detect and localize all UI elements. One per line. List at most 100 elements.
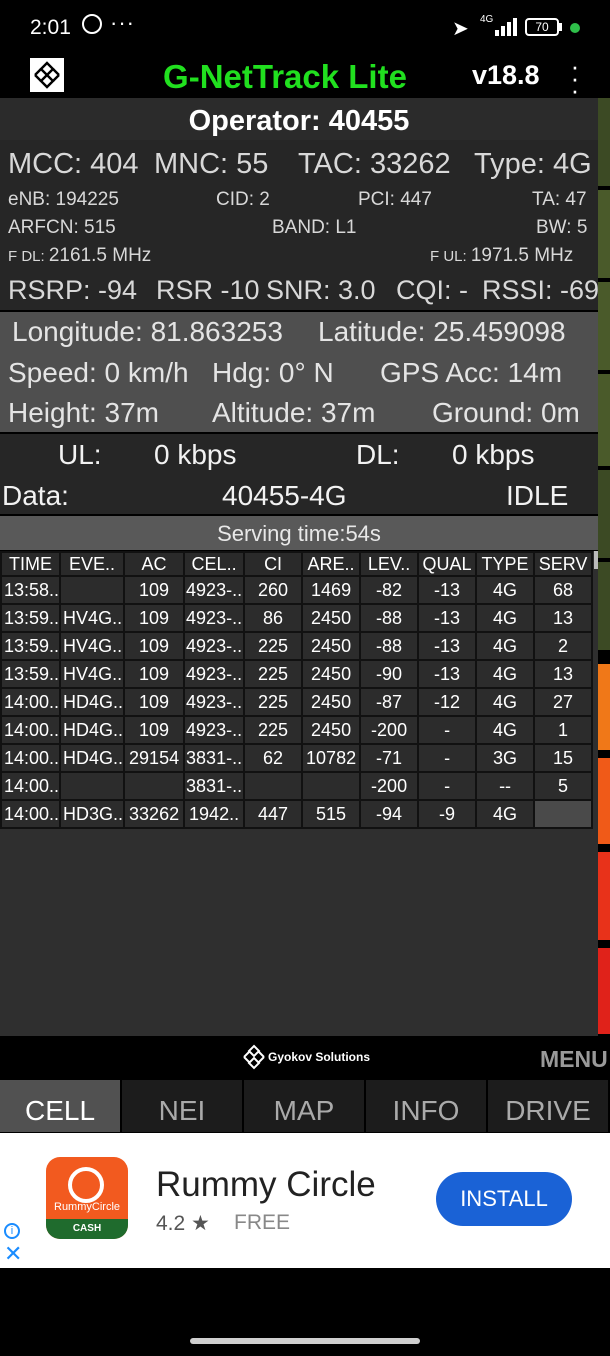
home-indicator[interactable] [190,1338,420,1344]
freq-dl-number: 2161.5 MHz [48,245,152,266]
cell-log-table[interactable]: TIME EVE.. AC CEL.. CI ARE.. LEV.. QUAL … [0,551,598,831]
table-cell [59,575,126,605]
downlink-rate: 0 kbps [452,439,535,470]
freq-dl-prefix: F DL: [8,248,49,265]
col-header-ci[interactable]: CI [243,551,304,577]
table-cell [533,799,594,829]
table-cell: HD4G.. [59,743,126,773]
indicator-strip-segment [598,374,610,466]
table-cell: 3G [475,743,536,773]
table-cell: -82 [359,575,420,605]
rummy-circle-app-icon[interactable]: RummyCircle CASH [46,1157,128,1239]
height-value: Height: 37m [8,397,159,428]
table-cell: 2 [533,631,594,661]
table-row[interactable]: 13:59.. HV4G.. 109 4923-.. 225 2450 -88 -13 4G 2 [0,631,594,661]
table-cell: -9 [417,799,478,829]
whatsapp-icon [82,14,102,34]
col-header-cell[interactable]: CEL.. [183,551,246,577]
ad-app-name[interactable]: Rummy Circle [156,1165,376,1205]
app-icon-label: RummyCircle [54,1201,120,1213]
menu-button[interactable]: MENU [540,1046,608,1073]
table-cell: 62 [243,743,304,773]
table-cell: -12 [417,687,478,717]
ad-close-icon[interactable]: ✕ [4,1241,22,1267]
type-value: Type: 4G [474,148,592,180]
tab-cell[interactable]: CELL [0,1080,122,1132]
cid-value: CID: 2 [216,189,270,210]
col-header-area[interactable]: ARE.. [301,551,362,577]
table-cell: 2450 [301,659,362,689]
brand-name: Gyokov Solutions [268,1050,371,1064]
table-cell: - [417,771,478,801]
app-version: v18.8 [472,60,540,90]
table-cell: 109 [123,603,186,633]
col-header-type[interactable]: TYPE [475,551,536,577]
indicator-strip-segment [598,852,610,940]
table-cell: 260 [243,575,304,605]
table-cell: 109 [123,715,186,745]
table-row[interactable]: 13:59.. HV4G.. 109 4923-.. 225 2450 -90 -13 4G 13 [0,659,594,689]
latitude-value: Latitude: 25.459098 [318,316,566,347]
network-type: 4G [480,14,494,25]
freq-ul-number: 1971.5 MHz [470,245,574,266]
table-cell: 13:58.. [0,575,62,605]
rssi-value: RSSI: -69 [482,275,600,305]
table-cell: HV4G.. [59,659,126,689]
table-scrollbar[interactable] [594,551,598,569]
tab-nei[interactable]: NEI [122,1080,244,1132]
tab-bar: CELL NEI MAP INFO DRIVE [0,1080,610,1132]
indicator-strip-segment [598,758,610,844]
pci-value: PCI: 447 [358,189,432,210]
table-cell: -200 [359,771,420,801]
table-cell: 4923-.. [183,659,246,689]
table-cell: 2450 [301,715,362,745]
heading-value: Hdg: 0° N [212,357,334,388]
table-cell: 225 [243,687,304,717]
table-cell: -87 [359,687,420,717]
table-row[interactable]: 13:59.. HV4G.. 109 4923-.. 86 2450 -88 -13 4G 13 [0,603,594,633]
ad-banner[interactable]: RummyCircle CASH Rummy Circle 4.2 ★ FREE… [0,1133,610,1268]
gyokov-logo-icon [243,1044,265,1070]
table-cell: 14:00.. [0,715,62,745]
table-row[interactable]: 14:00.. HD4G.. 109 4923-.. 225 2450 -87 -12 4G 27 [0,687,594,717]
col-header-qual[interactable]: QUAL [417,551,478,577]
table-cell: HD4G.. [59,715,126,745]
table-cell: 4923-.. [183,631,246,661]
gps-accuracy-value: GPS Acc: 14m [380,357,563,388]
freq-ul-prefix: F UL: [430,248,471,265]
ground-value: Ground: 0m [432,397,580,428]
more-notifications-icon: ··· [110,10,135,35]
col-header-time[interactable]: TIME [0,551,62,577]
table-row[interactable]: 13:58.. 109 4923-.. 260 1469 -82 -13 4G 68 [0,575,594,605]
enb-value: eNB: 194225 [8,189,119,210]
mcc-value: MCC: 404 [8,148,139,180]
tab-drive[interactable]: DRIVE [488,1080,610,1132]
table-cell: HV4G.. [59,603,126,633]
table-row[interactable]: 14:00.. HD4G.. 29154 3831-.. 62 10782 -71-3G 15 [0,743,594,773]
table-cell: 225 [243,631,304,661]
col-header-level[interactable]: LEV.. [359,551,420,577]
serving-cell-panel: Operator: 40455 MCC: 404 MNC: 55 TAC: 33… [0,98,600,310]
table-cell: 1942.. [183,799,246,829]
table-cell: -13 [417,631,478,661]
table-cell: -71 [359,743,420,773]
overflow-menu-icon[interactable]: · · · [570,53,580,103]
col-header-ac[interactable]: AC [123,551,186,577]
col-header-serv[interactable]: SERV [533,551,594,577]
indicator-strip-segment [598,98,610,186]
tab-map[interactable]: MAP [244,1080,366,1132]
table-empty-area [0,831,598,1036]
table-cell [59,771,126,801]
ad-info-icon[interactable]: i [4,1223,20,1239]
clock: 2:01 [30,16,71,39]
install-button[interactable]: INSTALL [436,1172,572,1226]
table-row[interactable]: 14:00.. HD4G.. 109 4923-.. 225 2450 -200-4G 1 [0,715,594,745]
table-header-row: TIME EVE.. AC CEL.. CI ARE.. LEV.. QUAL … [0,551,594,577]
table-row[interactable]: 14:00.. 3831-.. -200- -- 5 [0,771,594,801]
table-cell: 14:00.. [0,743,62,773]
table-cell: 4923-.. [183,575,246,605]
table-row[interactable]: 14:00.. HD3G.. 33262 1942.. 447 515 -94 -9 4G [0,799,594,829]
table-cell: 225 [243,715,304,745]
col-header-event[interactable]: EVE.. [59,551,126,577]
tab-info[interactable]: INFO [366,1080,488,1132]
